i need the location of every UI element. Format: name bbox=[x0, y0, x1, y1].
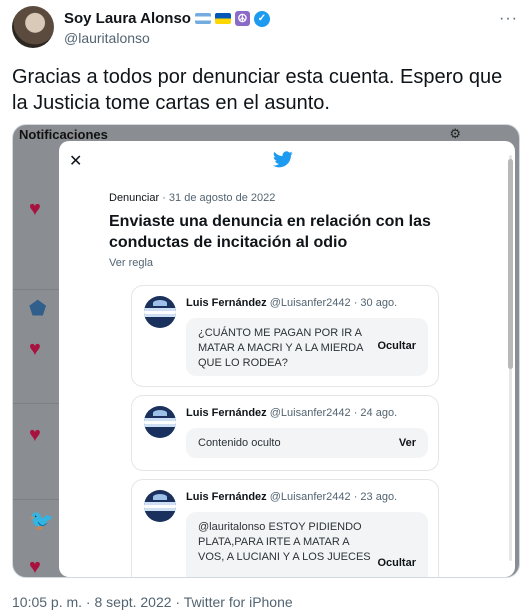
reported-user-header: Luis Fernández @Luisanfer2442 · 24 ago. bbox=[186, 407, 397, 419]
reported-tweet-date: · 30 ago. bbox=[353, 297, 398, 309]
reported-user-avatar[interactable] bbox=[144, 406, 176, 438]
shield-icon: ⬟ bbox=[29, 298, 47, 320]
reported-user-header: Luis Fernández @Luisanfer2442 · 30 ago. bbox=[186, 297, 397, 309]
heart-icon: ♥ bbox=[29, 556, 41, 578]
more-options-icon[interactable]: ··· bbox=[499, 10, 518, 28]
report-modal: ✕ Denunciar · 31 de agosto de 2022 Envia… bbox=[59, 141, 515, 577]
notifications-title: Notificaciones bbox=[19, 127, 108, 142]
reported-tweet-date: · 24 ago. bbox=[353, 407, 398, 419]
reported-user-avatar[interactable] bbox=[144, 296, 176, 328]
author-avatar[interactable] bbox=[12, 6, 54, 48]
reported-tweet-card[interactable]: Luis Fernández @Luisanfer2442 · 23 ago. … bbox=[131, 479, 439, 577]
report-meta: Denunciar · 31 de agosto de 2022 bbox=[109, 192, 275, 204]
tweet-media-image[interactable]: Notificaciones ⚙ ♥ ⬟ ♥ ♥ 🐦 ♥ ✕ Denunciar… bbox=[12, 124, 520, 578]
view-button[interactable]: Ver bbox=[399, 436, 416, 451]
settings-gear-icon: ⚙ bbox=[449, 126, 461, 141]
divider bbox=[13, 289, 59, 290]
reported-user-avatar[interactable] bbox=[144, 490, 176, 522]
reported-user-name: Luis Fernández bbox=[186, 491, 267, 503]
verified-badge-icon: ✓ bbox=[253, 10, 270, 27]
reported-tweet-card[interactable]: Luis Fernández @Luisanfer2442 · 30 ago. … bbox=[131, 285, 439, 387]
reported-user-handle: @Luisanfer2442 bbox=[269, 407, 351, 419]
reported-user-handle: @Luisanfer2442 bbox=[269, 297, 351, 309]
author-name-row[interactable]: Soy Laura Alonso ☮ ✓ bbox=[64, 10, 270, 27]
hidden-content-text: Contenido oculto bbox=[198, 437, 281, 449]
reported-tweet-text: @lauritalonso ESTOY PIDIENDO PLATA,PARA … bbox=[198, 521, 371, 563]
close-icon[interactable]: ✕ bbox=[69, 151, 82, 171]
author-block[interactable]: Soy Laura Alonso ☮ ✓ @lauritalonso bbox=[64, 10, 270, 46]
heart-icon: ♥ bbox=[29, 338, 41, 360]
hide-button[interactable]: Ocultar bbox=[377, 339, 416, 354]
report-date: · 31 de agosto de 2022 bbox=[159, 192, 276, 204]
reported-user-name: Luis Fernández bbox=[186, 297, 267, 309]
peace-icon: ☮ bbox=[234, 11, 250, 26]
argentina-flag-icon bbox=[194, 13, 211, 24]
report-label: Denunciar bbox=[109, 192, 160, 204]
reported-tweet-content: @lauritalonso ESTOY PIDIENDO PLATA,PARA … bbox=[186, 512, 428, 577]
reported-user-header: Luis Fernández @Luisanfer2442 · 23 ago. bbox=[186, 491, 397, 503]
reported-tweet-date: · 23 ago. bbox=[353, 491, 398, 503]
ukraine-flag-icon bbox=[214, 13, 231, 24]
reported-tweet-card[interactable]: Luis Fernández @Luisanfer2442 · 24 ago. … bbox=[131, 395, 439, 471]
reported-tweet-content: Contenido oculto Ver bbox=[186, 428, 428, 458]
heart-icon: ♥ bbox=[29, 198, 41, 220]
report-title: Enviaste una denuncia en relación con la… bbox=[109, 213, 431, 251]
divider bbox=[13, 499, 59, 500]
reported-user-name: Luis Fernández bbox=[186, 407, 267, 419]
view-rule-link[interactable]: Ver regla bbox=[109, 257, 153, 269]
author-handle[interactable]: @lauritalonso bbox=[64, 30, 270, 46]
twitter-logo-icon bbox=[273, 151, 293, 173]
reported-tweet-content: ¿CUÁNTO ME PAGAN POR IR A MATAR A MACRI … bbox=[186, 318, 428, 376]
tweet-text: Gracias a todos por denunciar esta cuent… bbox=[12, 66, 503, 114]
author-name[interactable]: Soy Laura Alonso bbox=[64, 10, 191, 27]
hide-button[interactable]: Ocultar bbox=[377, 556, 416, 571]
reported-user-handle: @Luisanfer2442 bbox=[269, 491, 351, 503]
bird-icon: 🐦 bbox=[29, 510, 54, 532]
scrollbar[interactable] bbox=[507, 155, 513, 561]
tweet-timestamp[interactable]: 10:05 p. m. · 8 sept. 2022 · Twitter for… bbox=[12, 594, 293, 610]
reported-tweet-text: ¿CUÁNTO ME PAGAN POR IR A MATAR A MACRI … bbox=[198, 327, 363, 369]
divider bbox=[13, 403, 59, 404]
heart-icon: ♥ bbox=[29, 424, 41, 446]
scrollbar-thumb[interactable] bbox=[508, 159, 513, 369]
